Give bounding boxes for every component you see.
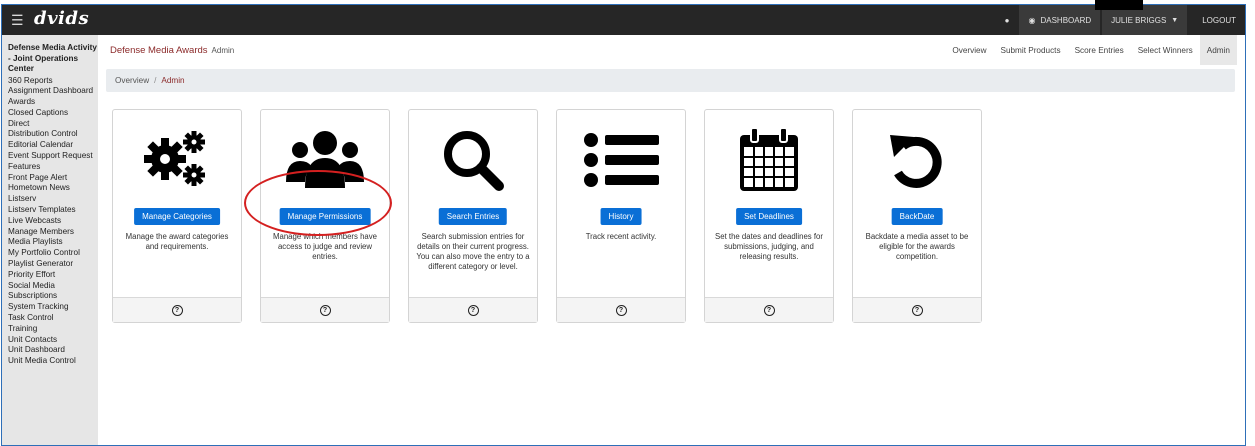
sidebar-item-closed-captions[interactable]: Closed Captions (8, 108, 98, 119)
sidebar-item-playlist-generator[interactable]: Playlist Generator (8, 259, 98, 270)
subnav-score-entries[interactable]: Score Entries (1068, 35, 1131, 65)
sidebar-item-listserv[interactable]: Listserv (8, 194, 98, 205)
card-footer: ? (705, 297, 833, 322)
sidebar-item-hometown-news[interactable]: Hometown News (8, 183, 98, 194)
sidebar-item-unit-contacts[interactable]: Unit Contacts (8, 335, 98, 346)
sidebar-item-training[interactable]: Training (8, 324, 98, 335)
sidebar-item-my-portfolio-control[interactable]: My Portfolio Control (8, 248, 98, 259)
sidebar-item-front-page-alert[interactable]: Front Page Alert (8, 173, 98, 184)
sidebar-item-editorial-calendar[interactable]: Editorial Calendar (8, 140, 98, 151)
admin-cards: Manage Categories Manage the award categ… (112, 109, 982, 323)
user-name: JULIE BRIGGS (1111, 15, 1167, 25)
awards-subnav: Defense Media Awards Admin Overview Submi… (98, 35, 1245, 65)
card-manage-categories: Manage Categories Manage the award categ… (112, 109, 242, 323)
sidebar-item-direct[interactable]: Direct (8, 119, 98, 130)
calendar-icon (705, 124, 833, 196)
sidebar-item-360-reports[interactable]: 360 Reports (8, 76, 98, 87)
sidebar-item-manage-members[interactable]: Manage Members (8, 227, 98, 238)
search-entries-button[interactable]: Search Entries (438, 208, 508, 225)
sidebar-item-task-control[interactable]: Task Control (8, 313, 98, 324)
awards-brand-title: Defense Media Awards (110, 45, 208, 56)
card-description: Backdate a media asset to be eligible fo… (865, 232, 969, 261)
sidebar: Defense Media Activity - Joint Operation… (2, 35, 98, 445)
card-description: Track recent activity. (585, 232, 657, 241)
awards-brand[interactable]: Defense Media Awards Admin (110, 45, 234, 56)
redaction-box (1095, 0, 1143, 10)
search-icon (409, 124, 537, 196)
help-icon[interactable]: ? (319, 304, 331, 316)
logout-link[interactable]: LOGOUT (1193, 5, 1245, 35)
hamburger-menu-icon[interactable]: ☰ (11, 13, 24, 27)
caret-down-icon: ▼ (1171, 16, 1179, 24)
card-footer: ? (557, 297, 685, 322)
card-description: Set the dates and deadlines for submissi… (715, 232, 823, 261)
breadcrumb-overview[interactable]: Overview (115, 76, 149, 85)
sidebar-item-priority-effort[interactable]: Priority Effort (8, 270, 98, 281)
sidebar-item-subscriptions[interactable]: Subscriptions (8, 291, 98, 302)
card-footer: ? (853, 297, 981, 322)
subnav-overview[interactable]: Overview (945, 35, 993, 65)
manage-categories-button[interactable]: Manage Categories (134, 208, 220, 225)
dvids-logo[interactable]: dvids (34, 8, 89, 29)
card-footer: ? (261, 297, 389, 322)
breadcrumb: Overview / Admin (106, 69, 1235, 92)
backdate-button[interactable]: BackDate (891, 208, 943, 225)
history-button[interactable]: History (600, 208, 642, 225)
breadcrumb-current: Admin (161, 76, 185, 85)
dashboard-icon: ◉ (1028, 15, 1036, 25)
dashboard-label: DASHBOARD (1040, 15, 1092, 25)
sidebar-item-unit-media-control[interactable]: Unit Media Control (8, 356, 98, 367)
card-search-entries: Search Entries Search submission entries… (408, 109, 538, 323)
sidebar-item-event-support-request[interactable]: Event Support Request (8, 151, 98, 162)
app-window: ☰ dvids ● ◉ DASHBOARD JULIE BRIGGS ▼ LOG… (1, 4, 1246, 446)
subnav-submit-products[interactable]: Submit Products (993, 35, 1067, 65)
card-footer: ? (409, 297, 537, 322)
dashboard-link[interactable]: ◉ DASHBOARD (1019, 5, 1101, 35)
main-content: Defense Media Awards Admin Overview Submi… (98, 35, 1245, 445)
undo-icon (853, 124, 981, 196)
sidebar-item-listserv-templates[interactable]: Listserv Templates (8, 205, 98, 216)
sidebar-item-distribution-control[interactable]: Distribution Control (8, 129, 98, 140)
sidebar-item-system-tracking[interactable]: System Tracking (8, 302, 98, 313)
sidebar-item-live-webcasts[interactable]: Live Webcasts (8, 216, 98, 227)
sidebar-item-media-playlists[interactable]: Media Playlists (8, 237, 98, 248)
awards-brand-sub: Admin (211, 46, 235, 55)
gears-icon (113, 124, 241, 196)
breadcrumb-separator: / (154, 76, 157, 85)
help-icon[interactable]: ? (467, 304, 479, 316)
card-backdate: BackDate Backdate a media asset to be el… (852, 109, 982, 323)
subnav-admin[interactable]: Admin (1199, 35, 1237, 65)
card-description: Search submission entries for details on… (416, 232, 530, 271)
sidebar-item-assignment-dashboard[interactable]: Assignment Dashboard (8, 86, 98, 97)
chat-icon[interactable]: ● (995, 5, 1020, 35)
sidebar-org-title[interactable]: Defense Media Activity - Joint Operation… (8, 43, 98, 75)
list-icon (557, 124, 685, 196)
card-set-deadlines: Set Deadlines Set the dates and deadline… (704, 109, 834, 323)
card-description: Manage the award categories and requirem… (125, 232, 229, 251)
help-icon[interactable]: ? (763, 304, 775, 316)
top-navbar: ☰ dvids ● ◉ DASHBOARD JULIE BRIGGS ▼ LOG… (2, 5, 1245, 35)
help-icon[interactable]: ? (171, 304, 183, 316)
help-icon[interactable]: ? (615, 304, 627, 316)
card-description: Manage which members have access to judg… (272, 232, 377, 261)
sidebar-item-features[interactable]: Features (8, 162, 98, 173)
subnav-select-winners[interactable]: Select Winners (1131, 35, 1200, 65)
sidebar-item-social-media[interactable]: Social Media (8, 281, 98, 292)
card-history: History Track recent activity. ? (556, 109, 686, 323)
card-footer: ? (113, 297, 241, 322)
set-deadlines-button[interactable]: Set Deadlines (736, 208, 802, 225)
annotation-red-circle (244, 170, 392, 236)
sidebar-item-awards[interactable]: Awards (8, 97, 98, 108)
sidebar-item-unit-dashboard[interactable]: Unit Dashboard (8, 345, 98, 356)
subnav-links: Overview Submit Products Score Entries S… (945, 35, 1237, 65)
help-icon[interactable]: ? (911, 304, 923, 316)
